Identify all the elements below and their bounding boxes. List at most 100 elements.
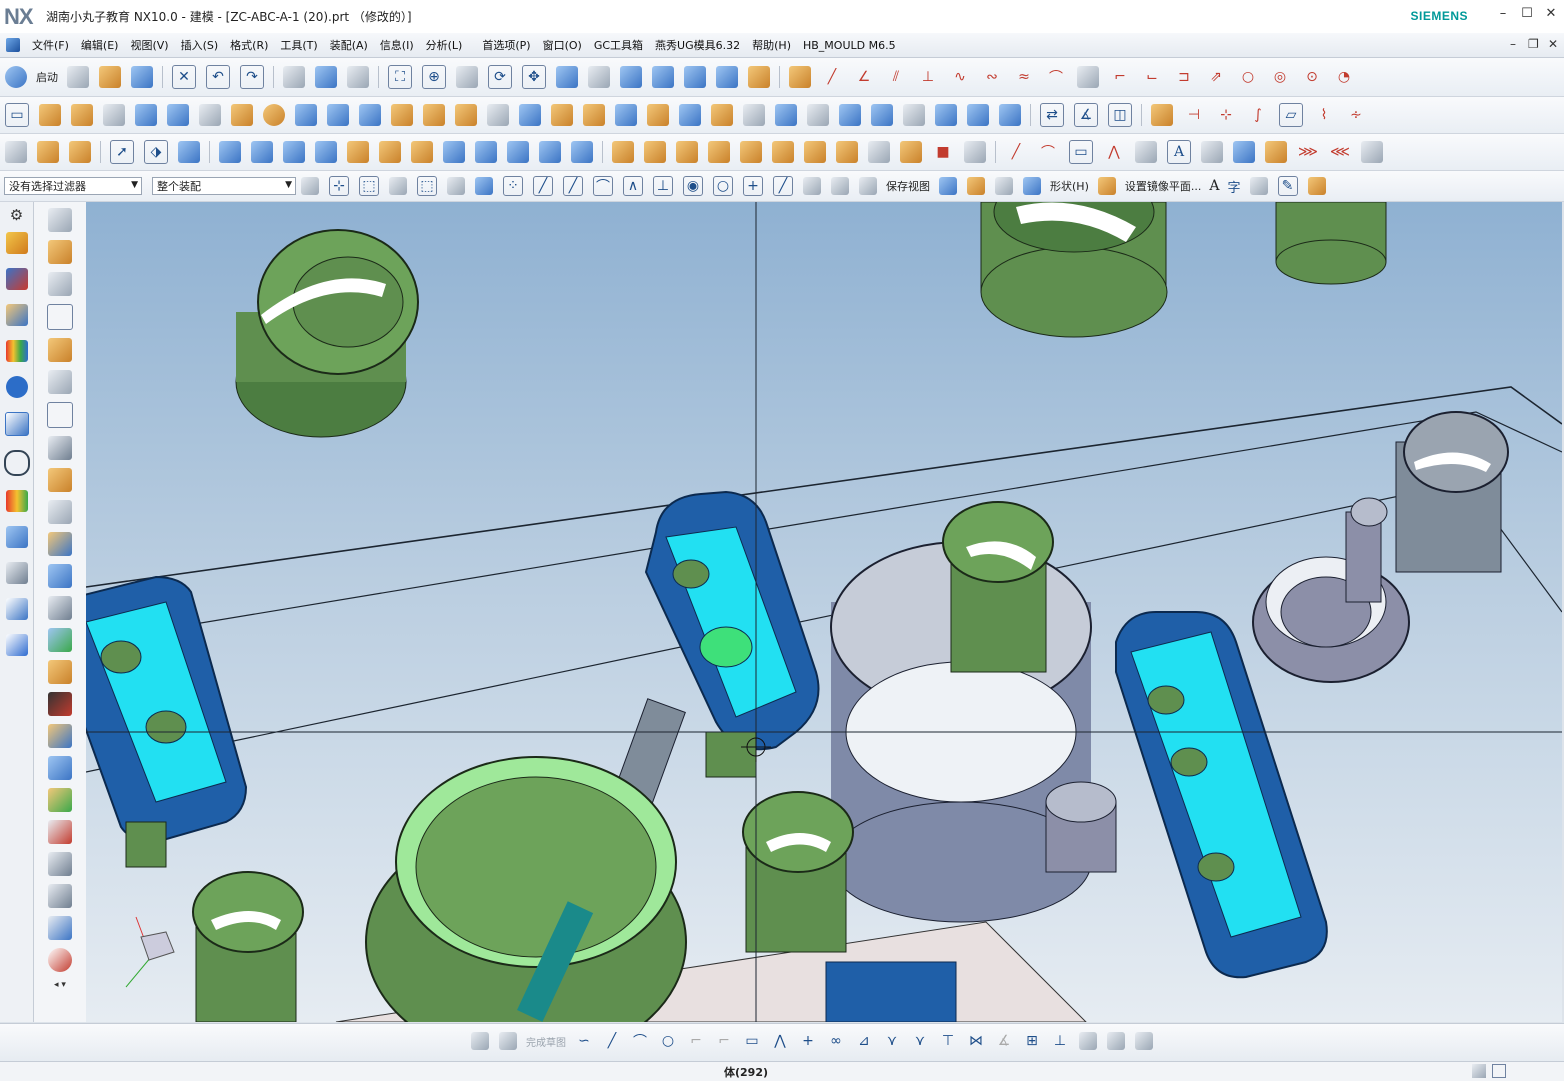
status-layout-icon[interactable] bbox=[1492, 1064, 1506, 1078]
menu-help[interactable]: 帮助(H) bbox=[746, 37, 797, 53]
csys-icon[interactable] bbox=[47, 304, 73, 330]
touch-mode-icon[interactable] bbox=[315, 66, 337, 88]
trim-corner-icon[interactable]: ⊐ bbox=[1173, 66, 1195, 88]
arc-icon[interactable]: ◔ bbox=[1333, 66, 1355, 88]
surface-5-icon[interactable] bbox=[347, 141, 369, 163]
surface-1-icon[interactable] bbox=[219, 141, 241, 163]
undo-icon[interactable]: ↶ bbox=[206, 65, 230, 89]
ruler-icon[interactable] bbox=[967, 177, 985, 195]
circle-tangent-icon[interactable]: ⊙ bbox=[1301, 66, 1323, 88]
zoom-icon[interactable]: ⊕ bbox=[422, 65, 446, 89]
surface-4-icon[interactable] bbox=[315, 141, 337, 163]
mould-11-icon[interactable]: ■ bbox=[932, 141, 954, 163]
lb-16-icon[interactable] bbox=[48, 692, 72, 716]
save-icon[interactable] bbox=[131, 66, 153, 88]
menu-view[interactable]: 视图(V) bbox=[124, 37, 174, 53]
sketch-fillet-icon[interactable]: ⌐ bbox=[687, 1032, 705, 1050]
pin-green-top-right[interactable] bbox=[980, 202, 1387, 338]
lb-19-icon[interactable] bbox=[48, 788, 72, 812]
sketch-mirror-icon[interactable]: ⋈ bbox=[967, 1032, 985, 1050]
gray-bushing-right[interactable] bbox=[1252, 411, 1509, 683]
sketch-relations-icon[interactable] bbox=[1107, 1032, 1125, 1050]
status-full-screen-icon[interactable] bbox=[1472, 1064, 1486, 1078]
menu-format[interactable]: 格式(R) bbox=[224, 37, 274, 53]
profile-icon[interactable]: ∽ bbox=[575, 1032, 593, 1050]
system-materials-icon[interactable] bbox=[5, 490, 28, 512]
view-top-icon[interactable] bbox=[716, 66, 738, 88]
zoom-window-icon[interactable] bbox=[456, 66, 478, 88]
mould-8-icon[interactable] bbox=[836, 141, 858, 163]
lb-2-icon[interactable] bbox=[48, 240, 72, 264]
shape-menu-button[interactable]: 形状(H) bbox=[1050, 178, 1089, 194]
mould-7-icon[interactable] bbox=[804, 141, 826, 163]
cut-icon[interactable]: ✕ bbox=[172, 65, 196, 89]
select-all-icon[interactable] bbox=[301, 177, 319, 195]
web-browser-icon[interactable] bbox=[4, 412, 29, 436]
pan-icon[interactable]: ✥ bbox=[522, 65, 546, 89]
surface-7-icon[interactable] bbox=[411, 141, 433, 163]
minimize-button[interactable]: – bbox=[1492, 6, 1514, 26]
search-key-icon[interactable] bbox=[1151, 104, 1173, 126]
text-a-button[interactable]: A bbox=[1209, 178, 1219, 194]
sketch-corner-icon[interactable]: ⊤ bbox=[939, 1032, 957, 1050]
layer-visible-icon[interactable] bbox=[831, 177, 849, 195]
ejector-block-left[interactable] bbox=[86, 575, 248, 868]
window-layout-icon[interactable] bbox=[347, 66, 369, 88]
sketch-rectangle-icon[interactable]: ▭ bbox=[743, 1032, 761, 1050]
hd3d-icon[interactable] bbox=[5, 376, 28, 398]
menu-file[interactable]: 文件(F) bbox=[26, 37, 75, 53]
mould-6-icon[interactable] bbox=[772, 141, 794, 163]
tools-icon[interactable] bbox=[48, 436, 72, 460]
redo-icon[interactable]: ↷ bbox=[240, 65, 264, 89]
doc-minimize-button[interactable]: – bbox=[1510, 37, 1516, 51]
measure-angle-icon[interactable]: ∡ bbox=[1074, 103, 1098, 127]
lb-24-icon[interactable] bbox=[48, 948, 72, 972]
mirror-plane-icon[interactable] bbox=[1097, 177, 1116, 195]
show-hide-icon[interactable] bbox=[447, 177, 465, 195]
selection-filter-dropdown[interactable]: 没有选择过滤器 ▼ bbox=[4, 177, 142, 195]
mould-9-icon[interactable] bbox=[868, 141, 890, 163]
surface-10-icon[interactable] bbox=[507, 141, 529, 163]
ejector-block-center[interactable] bbox=[607, 490, 820, 822]
maximize-button[interactable]: ☐ bbox=[1516, 6, 1538, 26]
mould-4-icon[interactable] bbox=[708, 141, 730, 163]
lb-13-icon[interactable] bbox=[48, 596, 72, 620]
doc-restore-button[interactable]: ❐ bbox=[1528, 37, 1539, 51]
revolve-icon[interactable] bbox=[71, 104, 93, 126]
box-icon[interactable] bbox=[1307, 177, 1326, 195]
surface-3-icon[interactable] bbox=[283, 141, 305, 163]
menu-hb-mould[interactable]: HB_MOULD M6.5 bbox=[797, 39, 902, 52]
datum-plane-icon[interactable] bbox=[999, 104, 1021, 126]
history-icon[interactable] bbox=[3, 450, 30, 476]
more-commands-icon[interactable]: ◂ ▾ bbox=[34, 980, 86, 990]
snap-midpoint-icon[interactable]: ╱ bbox=[533, 176, 553, 196]
snap-intersect-icon[interactable]: ⌒ bbox=[593, 176, 613, 196]
selection-scope-dropdown[interactable]: 整个装配 ▼ bbox=[152, 177, 296, 195]
nx5-icon[interactable] bbox=[135, 104, 157, 126]
sew-icon[interactable] bbox=[839, 104, 861, 126]
lb-20-icon[interactable] bbox=[48, 820, 72, 844]
sketch-settings-icon[interactable] bbox=[471, 1032, 489, 1050]
arc-tool-icon[interactable]: ⌒ bbox=[1037, 141, 1059, 163]
snap-on-curve-icon[interactable]: ╱ bbox=[773, 176, 793, 196]
surface-6-icon[interactable] bbox=[379, 141, 401, 163]
mould-5-icon[interactable] bbox=[740, 141, 762, 163]
menu-gc-toolbox[interactable]: GC工具箱 bbox=[588, 37, 649, 53]
lb-9-icon[interactable] bbox=[48, 468, 72, 492]
snap-end-icon[interactable]: ⊣ bbox=[1183, 104, 1205, 126]
gear-icon[interactable]: ⚙ bbox=[0, 206, 33, 224]
snap-mid-icon[interactable]: ⊹ bbox=[1215, 104, 1237, 126]
sketch-offset-icon[interactable]: ⊿ bbox=[855, 1032, 873, 1050]
pencil-icon[interactable]: ✎ bbox=[1277, 176, 1298, 196]
wrench-icon[interactable] bbox=[69, 141, 91, 163]
shape-icon[interactable] bbox=[1023, 177, 1041, 195]
rotate-icon[interactable]: ⟳ bbox=[488, 65, 512, 89]
menu-tools[interactable]: 工具(T) bbox=[274, 37, 323, 53]
sheet-icon[interactable]: ▱ bbox=[1279, 103, 1303, 127]
tube-icon[interactable] bbox=[103, 104, 125, 126]
lb-5-icon[interactable] bbox=[48, 338, 72, 362]
pin-green-top-left[interactable] bbox=[235, 229, 419, 438]
char-button[interactable]: 字 bbox=[1227, 177, 1240, 196]
lb-17-icon[interactable] bbox=[48, 724, 72, 748]
thread-icon[interactable] bbox=[231, 104, 253, 126]
